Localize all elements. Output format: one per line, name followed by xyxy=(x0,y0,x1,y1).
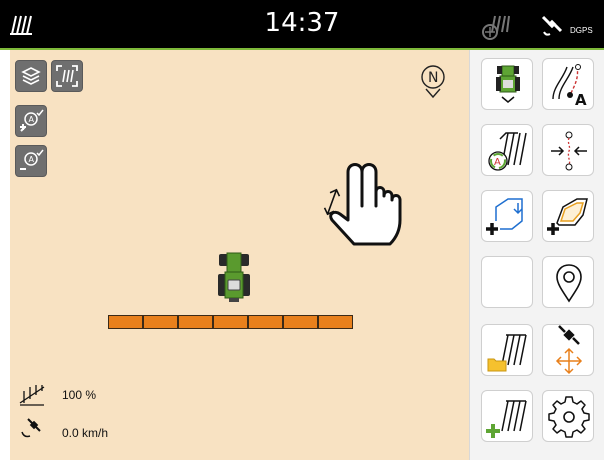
left-edge xyxy=(0,50,10,460)
fullscreen-button[interactable] xyxy=(51,60,83,92)
gps-move-button[interactable] xyxy=(542,324,594,376)
field-folder-icon xyxy=(487,334,527,372)
location-button[interactable] xyxy=(542,256,594,308)
zoom-out-icon: A xyxy=(20,149,44,170)
clock: 14:37 xyxy=(264,8,340,38)
settings-button[interactable] xyxy=(542,390,594,442)
add-field-icon xyxy=(486,400,527,438)
boom-section xyxy=(318,315,353,329)
section-control-status-icon xyxy=(482,15,510,40)
svg-text:A: A xyxy=(494,157,501,168)
tractor-icon xyxy=(218,252,250,302)
gps-move-icon xyxy=(555,325,583,375)
boom-section xyxy=(248,315,283,329)
settings-gear-icon xyxy=(548,396,590,438)
svg-text:A: A xyxy=(29,115,35,124)
add-boundary-button[interactable] xyxy=(481,190,533,242)
right-panel: A A xyxy=(469,50,604,460)
tractor-view-button[interactable] xyxy=(481,58,533,110)
svg-text:A: A xyxy=(575,91,587,109)
field-folder-button[interactable] xyxy=(481,324,533,376)
steering-offset-icon xyxy=(551,131,587,171)
boom-section xyxy=(178,315,213,329)
satellite-icon xyxy=(541,15,563,36)
guidance-line-a-icon: A xyxy=(552,64,587,109)
layers-icon xyxy=(21,67,41,85)
steering-offset-button[interactable] xyxy=(542,124,594,176)
boom-section xyxy=(143,315,178,329)
zoom-in-button[interactable]: A xyxy=(15,105,47,137)
headland-auto-icon: A xyxy=(488,132,527,171)
svg-text:A: A xyxy=(29,155,35,164)
work-width-icon xyxy=(19,385,45,406)
empty-slot xyxy=(481,256,533,308)
zoom-in-icon: A xyxy=(20,109,44,132)
fullscreen-icon xyxy=(56,65,78,87)
top-bar: 14:37 DGPS xyxy=(0,0,604,50)
compass-icon[interactable]: N xyxy=(418,62,448,100)
speed-value: 0.0 km/h xyxy=(62,426,109,440)
headland-auto-button[interactable]: A xyxy=(481,124,533,176)
boom-section xyxy=(108,315,143,329)
location-pin-icon xyxy=(556,264,582,303)
drag-arrow-icon xyxy=(323,188,341,216)
add-field-button[interactable] xyxy=(481,390,533,442)
tractor-chevron-icon xyxy=(496,65,520,103)
add-boundary-icon xyxy=(486,198,523,235)
zoom-out-button[interactable]: A xyxy=(15,145,47,177)
gps-mode-label: DGPS xyxy=(570,26,593,35)
speed-gps-icon xyxy=(21,418,41,438)
add-field-boundary-button[interactable] xyxy=(542,190,594,242)
map-view[interactable]: A A N 100 % 0.0 km/h xyxy=(10,50,469,460)
compass-label: N xyxy=(428,70,438,86)
work-width-value: 100 % xyxy=(62,388,97,402)
boom-section xyxy=(283,315,318,329)
add-field-boundary-icon xyxy=(547,198,588,235)
boom-section xyxy=(213,315,248,329)
layers-button[interactable] xyxy=(15,60,47,92)
guidance-line-a-button[interactable]: A xyxy=(542,58,594,110)
